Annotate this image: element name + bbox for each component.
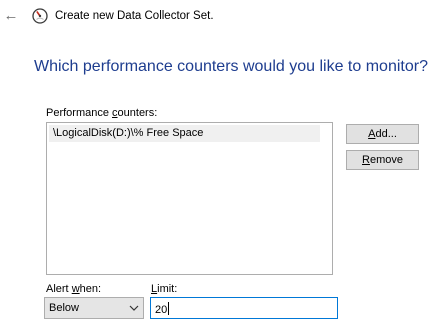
page-heading: Which performance counters would you lik…	[34, 58, 428, 75]
chevron-down-icon	[129, 305, 139, 311]
back-arrow-icon[interactable]: ←	[3, 7, 19, 24]
counters-label: Performance counters:	[46, 107, 158, 119]
limit-input[interactable]: 20	[150, 297, 338, 319]
alert-when-value: Below	[49, 302, 79, 314]
alert-when-select[interactable]: Below	[44, 297, 144, 319]
add-button[interactable]: Add...	[346, 124, 419, 144]
wizard-title: Create new Data Collector Set.	[55, 10, 214, 22]
alert-when-label: Alert when:	[46, 283, 102, 295]
counters-list[interactable]: \LogicalDisk(D:)\% Free Space	[46, 122, 333, 275]
remove-button[interactable]: Remove	[346, 150, 419, 170]
perfmon-gauge-icon	[32, 8, 48, 24]
limit-value: 20	[155, 302, 170, 316]
limit-label: Limit:	[151, 283, 178, 295]
list-item[interactable]: \LogicalDisk(D:)\% Free Space	[49, 125, 320, 142]
